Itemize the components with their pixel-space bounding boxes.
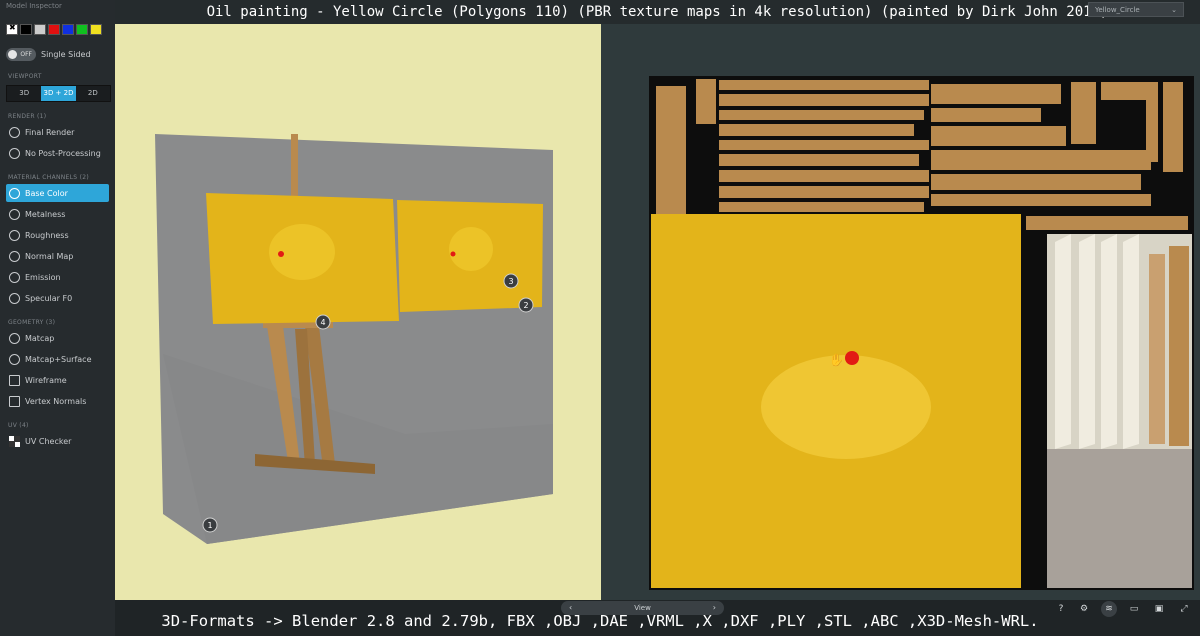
model-select-dropdown[interactable]: Yellow_Circle ⌄ [1088, 2, 1184, 17]
render-item-label: No Post-Processing [25, 148, 101, 158]
material-item-label: Specular F0 [25, 293, 73, 303]
uv-canvas-red-dot [845, 351, 859, 365]
uv-item-uv-checker[interactable]: UV Checker [6, 432, 109, 450]
normal-map-icon [9, 250, 20, 262]
uv-gray-island [1047, 449, 1192, 588]
matcap-surface-icon [9, 353, 20, 365]
geometry-item-vertex-normals[interactable]: Vertex Normals [6, 392, 109, 410]
swatch-white[interactable]: ✖ [6, 23, 18, 35]
material-item-metalness[interactable]: Metalness [6, 205, 109, 223]
render-section-title: RENDER (1) [8, 113, 47, 120]
viewport-mode-3d-2d[interactable]: 3D + 2D [41, 86, 76, 101]
swatch-blue[interactable] [62, 24, 74, 35]
roughness-icon [9, 229, 20, 241]
metalness-icon [9, 208, 20, 220]
material-item-specular-f0[interactable]: Specular F0 [6, 289, 109, 307]
material-item-base-color[interactable]: Base Color [6, 184, 109, 202]
render-item-no-post-processing[interactable]: No Post-Processing [6, 144, 109, 162]
matcap-icon [9, 332, 20, 344]
geometry-item-label: Vertex Normals [25, 396, 87, 406]
material-item-label: Roughness [25, 230, 69, 240]
geometry-item-matcap-surface[interactable]: Matcap+Surface [6, 350, 109, 368]
swatch-gray[interactable] [34, 24, 46, 35]
uv-white-strips [1047, 234, 1192, 449]
viewport-section-title: VIEWPORT [8, 73, 42, 80]
geometry-section-title: GEOMETRY (3) [8, 319, 56, 326]
single-sided-toggle[interactable]: OFF [6, 48, 36, 61]
uv-canvas-circle [761, 355, 931, 459]
viewport-mode-selector: 3D 3D + 2D 2D [6, 85, 111, 102]
swatch-green[interactable] [76, 24, 88, 35]
annotation-marker-label: 4 [320, 318, 325, 327]
annotation-marker-label: 2 [523, 301, 528, 310]
scene-3d: 1 2 3 4 [155, 134, 553, 544]
annotation-marker-3[interactable]: 3 [503, 273, 519, 289]
material-item-roughness[interactable]: Roughness [6, 226, 109, 244]
uv-item-label: UV Checker [25, 436, 72, 446]
single-sided-label: Single Sided [41, 50, 91, 59]
viewport-2d[interactable]: ✋ [601, 24, 1200, 612]
sidebar-header: Model Inspector [6, 2, 62, 10]
texture-map-view: ✋ [649, 76, 1194, 590]
close-icon[interactable]: ✖ [9, 23, 16, 32]
swatch-black[interactable] [20, 24, 32, 35]
render-item-label: Final Render [25, 127, 75, 137]
material-item-label: Emission [25, 272, 61, 282]
annotation-marker-label: 3 [508, 277, 513, 286]
easel-top-post [291, 134, 298, 204]
color-swatches: ✖ [6, 23, 102, 35]
geometry-item-label: Matcap [25, 333, 55, 343]
wireframe-icon [9, 374, 20, 386]
viewport-3d[interactable]: 1 2 3 4 [115, 24, 601, 612]
uv-section-title: UV (4) [8, 422, 29, 429]
viewport-mode-2d[interactable]: 2D [76, 86, 110, 101]
annotation-marker-1[interactable]: 1 [202, 517, 218, 533]
sidebar: Model Inspector ✖ OFF Single Sided VIEWP… [0, 0, 115, 636]
swatch-red[interactable] [48, 24, 60, 35]
geometry-item-wireframe[interactable]: Wireframe [6, 371, 109, 389]
formats-caption: 3D-Formats -> Blender 2.8 and 2.79b, FBX… [161, 612, 1039, 630]
no-post-processing-icon [9, 147, 20, 159]
emission-icon [9, 271, 20, 283]
material-section-title: MATERIAL CHANNELS (2) [8, 174, 89, 181]
painting-small-circle [449, 227, 493, 271]
viewport-mode-3d[interactable]: 3D [7, 86, 41, 101]
painting-large-red-dot [278, 251, 284, 257]
annotation-marker-2[interactable]: 2 [518, 297, 534, 313]
annotation-marker-label: 1 [207, 521, 212, 530]
material-item-label: Base Color [25, 188, 68, 198]
material-item-normal-map[interactable]: Normal Map [6, 247, 109, 265]
vertex-normals-icon [9, 395, 20, 407]
render-item-final-render[interactable]: Final Render [6, 123, 109, 141]
window-title: Oil painting - Yellow Circle (Polygons 1… [115, 0, 1200, 24]
geometry-item-label: Wireframe [25, 375, 67, 385]
base-color-icon [9, 187, 20, 199]
geometry-item-label: Matcap+Surface [25, 354, 92, 364]
material-item-label: Normal Map [25, 251, 74, 261]
geometry-item-matcap[interactable]: Matcap [6, 329, 109, 347]
annotation-marker-4[interactable]: 4 [315, 314, 331, 330]
chevron-down-icon: ⌄ [1171, 6, 1177, 14]
hand-cursor-icon: ✋ [829, 353, 844, 367]
specular-f0-icon [9, 292, 20, 304]
material-item-emission[interactable]: Emission [6, 268, 109, 286]
material-item-label: Metalness [25, 209, 66, 219]
swatch-yellow[interactable] [90, 24, 102, 35]
single-sided-row: OFF Single Sided [6, 48, 91, 61]
uv-checker-icon [9, 435, 20, 447]
final-render-icon [9, 126, 20, 138]
painting-small-red-dot [450, 251, 456, 257]
view-label: View [634, 604, 651, 612]
model-select-value: Yellow_Circle [1095, 6, 1140, 14]
